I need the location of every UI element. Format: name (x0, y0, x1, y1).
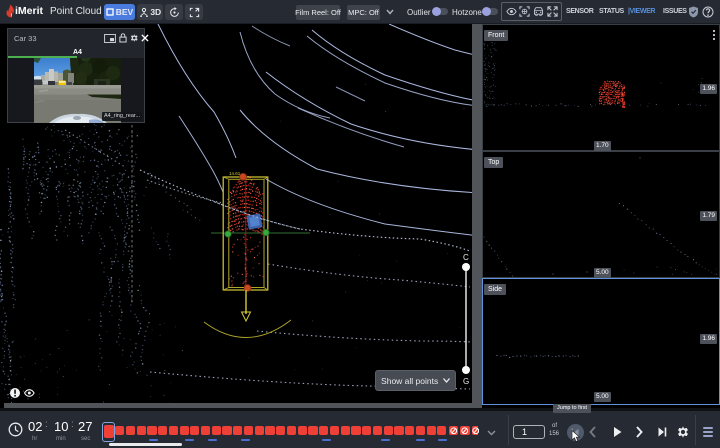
svg-text:C: C (463, 253, 469, 262)
svg-text:G: G (463, 377, 469, 386)
svg-text:14.61: 14.61 (229, 171, 241, 176)
